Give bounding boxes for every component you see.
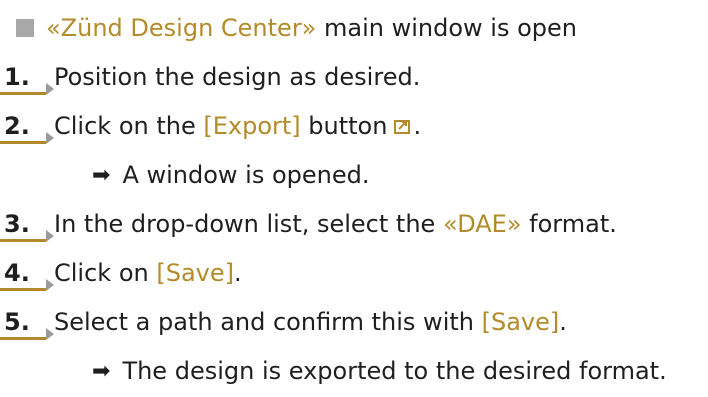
step-text: .: [233, 259, 242, 287]
square-bullet-icon: [16, 19, 34, 37]
step-marker-icon: [46, 132, 54, 144]
result-2: ➡ The design is exported to the desired …: [0, 353, 667, 389]
arrow-right-icon: ➡: [92, 162, 111, 188]
step-5: 5. Select a path and confirm this with […: [0, 304, 567, 340]
step-text: In the drop-down list, select the: [54, 210, 443, 238]
step-text: Select a path and confirm this with: [54, 308, 482, 336]
step-number: 1.: [0, 63, 54, 95]
step-number: 3.: [0, 210, 54, 242]
step-text: .: [413, 112, 422, 140]
step-text: button: [300, 112, 388, 140]
format-name: «DAE»: [442, 210, 522, 238]
precondition-line: «Zünd Design Center» main window is open: [0, 10, 577, 46]
step-text: Position the design as desired.: [54, 63, 421, 91]
step-1: 1. Position the design as desired.: [0, 59, 420, 95]
result-1: ➡ A window is opened.: [0, 157, 370, 193]
precondition-text: main window is open: [316, 14, 577, 42]
step-text: Click on: [54, 259, 157, 287]
step-number: 5.: [0, 308, 54, 340]
export-button-label: [Export]: [203, 112, 301, 140]
export-icon: [394, 120, 411, 134]
step-marker-icon: [46, 230, 54, 242]
step-marker-icon: [46, 328, 54, 340]
save-button-label: [Save]: [156, 259, 234, 287]
step-2: 2. Click on the [Export] button .: [0, 108, 421, 144]
step-marker-icon: [46, 279, 54, 291]
arrow-right-icon: ➡: [92, 358, 111, 384]
save-button-label: [Save]: [481, 308, 560, 336]
step-text: Click on the: [54, 112, 204, 140]
step-3: 3. In the drop-down list, select the «DA…: [0, 206, 617, 242]
step-4: 4. Click on [Save] .: [0, 255, 242, 291]
step-text: .: [559, 308, 567, 336]
step-number: 2.: [0, 112, 54, 144]
step-marker-icon: [46, 83, 54, 95]
result-text: A window is opened.: [122, 161, 370, 189]
app-name: «Zünd Design Center»: [46, 14, 317, 42]
step-text: format.: [521, 210, 617, 238]
step-number: 4.: [0, 259, 54, 291]
result-text: The design is exported to the desired fo…: [122, 357, 667, 385]
